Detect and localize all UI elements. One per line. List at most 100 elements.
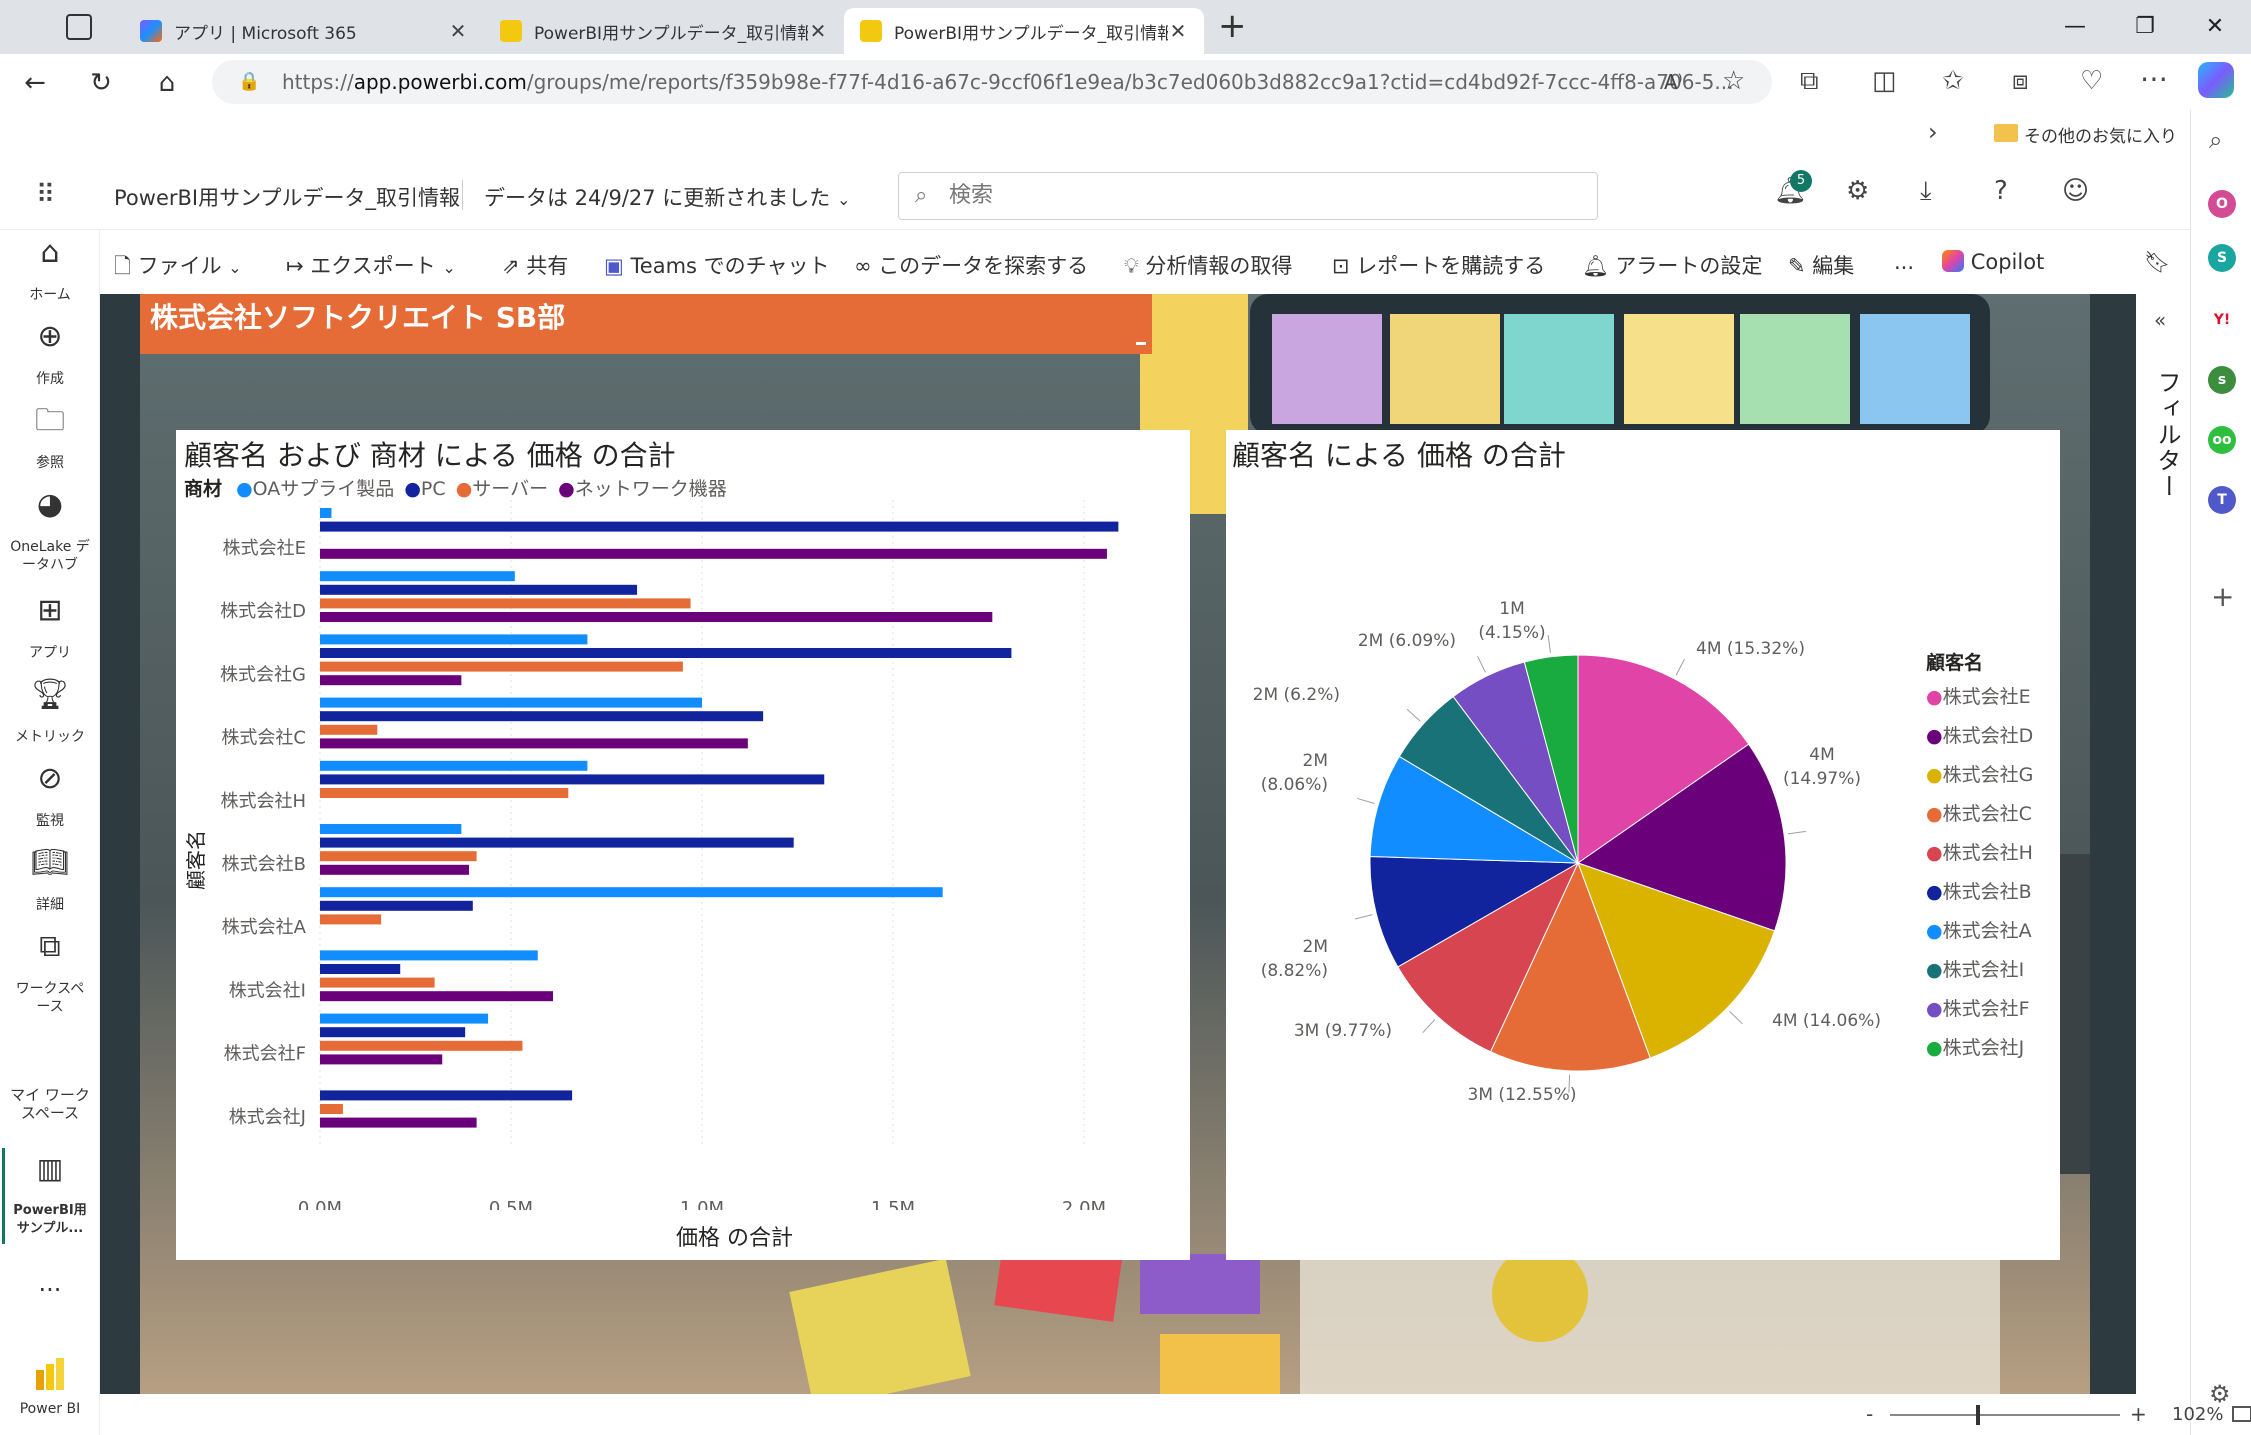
y-tick-label: 株式会社D bbox=[220, 601, 306, 622]
nav-report[interactable]: ▥ PowerBI用 サンプル... bbox=[0, 1155, 100, 1238]
pie-legend-item[interactable]: ●株式会社C bbox=[1926, 795, 2033, 834]
pie-legend-item[interactable]: ●株式会社B bbox=[1926, 873, 2033, 912]
shopping-icon[interactable]: S bbox=[2208, 244, 2236, 272]
nav-learn[interactable]: 📖︎ 詳細 bbox=[0, 848, 100, 914]
extensions-icon[interactable]: ⧉ bbox=[1800, 66, 1819, 97]
teams-icon[interactable]: T bbox=[2208, 486, 2236, 514]
split-screen-icon[interactable]: ◫ bbox=[1872, 66, 1897, 96]
tab-actions-icon[interactable] bbox=[66, 14, 92, 40]
x-tick-label: 2.0M bbox=[1062, 1198, 1106, 1210]
pie-legend-item[interactable]: ●株式会社F bbox=[1926, 990, 2033, 1029]
pie-leader-line bbox=[1422, 1019, 1436, 1034]
games-icon[interactable]: oo bbox=[2208, 426, 2236, 454]
subscribe-button[interactable]: ⊡ レポートを購読する bbox=[1332, 250, 1545, 280]
other-favorites-link[interactable]: その他のお気に入り bbox=[2024, 122, 2177, 147]
zoom-in-button[interactable]: + bbox=[2130, 1402, 2147, 1426]
chevron-right-icon[interactable]: › bbox=[1928, 118, 1938, 146]
restore-icon[interactable]: ❐ bbox=[2120, 8, 2170, 46]
feedback-icon[interactable]: ☺ bbox=[2062, 176, 2089, 206]
nav-browse[interactable]: 🗀 参照 bbox=[0, 406, 100, 472]
read-aloud-icon[interactable]: A⁾ bbox=[1664, 70, 1683, 94]
file-menu[interactable]: 🗋 ファイル ⌄ bbox=[114, 250, 242, 287]
y-tick-label: 株式会社H bbox=[220, 791, 306, 812]
more-options-button[interactable]: ... bbox=[1894, 250, 1914, 274]
refresh-status[interactable]: データは 24/9/27 に更新されました ⌄ bbox=[484, 182, 850, 212]
zoom-slider[interactable] bbox=[1890, 1405, 2120, 1425]
bookmark-icon[interactable]: 🔖︎ bbox=[2144, 250, 2171, 275]
browser-tab-3[interactable]: PowerBI用サンプルデータ_取引情報 ✕ bbox=[844, 8, 1204, 54]
outlook-icon[interactable]: O bbox=[2208, 190, 2236, 218]
nav-label: 作成 bbox=[36, 371, 64, 387]
pie-legend-item[interactable]: ●株式会社J bbox=[1926, 1029, 2033, 1068]
settings-more-icon[interactable]: ⋯ bbox=[2140, 62, 2168, 95]
nav-metrics[interactable]: 🏆︎ メトリック bbox=[0, 677, 100, 746]
search-input[interactable]: ⌕ 検索 bbox=[898, 172, 1598, 220]
nav-home[interactable]: ⌂ ホーム bbox=[0, 238, 100, 304]
favorite-star-icon[interactable]: ☆ bbox=[1722, 66, 1745, 96]
bar bbox=[320, 571, 515, 582]
legend-label: 株式会社J bbox=[1942, 1037, 2025, 1059]
pie-chart-card[interactable]: 顧客名 による 価格 の合計 4M (15.32%) 4M (14.97%) 4M (… bbox=[1226, 430, 2060, 1260]
new-tab-button[interactable]: + bbox=[1218, 6, 1247, 46]
share-button[interactable]: ⇗ 共有 bbox=[502, 250, 568, 280]
s-app-icon[interactable]: s bbox=[2208, 366, 2236, 394]
nav-onelake[interactable]: ◕ OneLake デ ータハブ bbox=[0, 490, 100, 574]
browser-essentials-icon[interactable]: ♡ bbox=[2080, 66, 2103, 96]
fit-page-icon[interactable] bbox=[2232, 1406, 2251, 1422]
nav-more[interactable]: ... bbox=[0, 1271, 100, 1295]
nav-create[interactable]: ⊕ 作成 bbox=[0, 322, 100, 388]
nav-apps[interactable]: ⊞ アプリ bbox=[0, 596, 100, 662]
settings-icon[interactable]: ⚙ bbox=[1846, 176, 1869, 206]
pie-legend-item[interactable]: ●株式会社A bbox=[1926, 912, 2033, 951]
copilot-browser-icon[interactable] bbox=[2198, 62, 2234, 98]
zoom-level[interactable]: 102% bbox=[2172, 1404, 2223, 1425]
alert-button[interactable]: 🔔︎ アラートの設定 bbox=[1582, 250, 1762, 280]
export-menu[interactable]: ↦ エクスポート ⌄ bbox=[286, 250, 456, 280]
search-icon[interactable]: ⌕ bbox=[2209, 126, 2222, 154]
pie-legend-item[interactable]: ●株式会社I bbox=[1926, 951, 2033, 990]
url-field[interactable]: 🔒 https://app.powerbi.com/groups/me/repo… bbox=[212, 60, 1772, 104]
yahoo-icon[interactable]: Y! bbox=[2208, 306, 2236, 334]
metrics-icon: 🏆︎ bbox=[30, 677, 70, 712]
download-icon[interactable]: ⤓ bbox=[1920, 176, 1932, 207]
bar bbox=[320, 824, 462, 834]
close-tab-icon[interactable]: ✕ bbox=[448, 19, 468, 43]
collapse-chevron-icon[interactable]: « bbox=[2154, 308, 2166, 332]
pie-data-label: 1M bbox=[1499, 599, 1524, 619]
minimize-icon[interactable]: — bbox=[2050, 8, 2100, 46]
nav-powerbi[interactable]: Power BI bbox=[0, 1358, 100, 1418]
nav-my-workspace[interactable]: マイ ワーク スペース bbox=[0, 1086, 100, 1122]
back-icon[interactable]: ← bbox=[14, 62, 56, 104]
url-path: /groups/me/reports/f359b98e-f77f-4d16-a6… bbox=[526, 70, 1734, 94]
app-launcher-icon[interactable]: ⠿ bbox=[36, 180, 55, 210]
bar-chart-card[interactable]: 顧客名 および 商材 による 価格 の合計 商材 ●OAサプライ製品 ●PC ●… bbox=[176, 430, 1190, 1260]
close-tab-icon[interactable]: ✕ bbox=[1168, 19, 1188, 43]
bar bbox=[320, 675, 462, 686]
add-sidebar-icon[interactable]: + bbox=[2211, 580, 2234, 613]
nav-workspaces[interactable]: ⧉ ワークスペ ース bbox=[0, 932, 100, 1016]
home-icon[interactable]: ⌂ bbox=[146, 62, 188, 104]
browser-tab-1[interactable]: アプリ | Microsoft 365 ✕ bbox=[124, 8, 484, 54]
pie-legend-item[interactable]: ●株式会社D bbox=[1926, 717, 2033, 756]
report-title[interactable]: PowerBI用サンプルデータ_取引情報 bbox=[114, 182, 460, 212]
y-tick-label: 株式会社A bbox=[222, 917, 307, 938]
favorites-icon[interactable]: ✩ bbox=[1942, 66, 1964, 96]
edit-button[interactable]: ✎ 編集 bbox=[1788, 250, 1854, 280]
close-tab-icon[interactable]: ✕ bbox=[808, 19, 828, 43]
help-icon[interactable]: ? bbox=[1994, 176, 2008, 206]
pie-legend-item[interactable]: ●株式会社H bbox=[1926, 834, 2033, 873]
explore-button[interactable]: ∞ このデータを探索する bbox=[854, 250, 1088, 280]
nav-monitor[interactable]: ⊘ 監視 bbox=[0, 764, 100, 830]
close-window-icon[interactable]: ✕ bbox=[2190, 8, 2240, 46]
pie-legend-item[interactable]: ●株式会社G bbox=[1926, 756, 2033, 795]
copilot-button[interactable]: Copilot bbox=[1942, 250, 2044, 274]
filter-pane[interactable]: « フィルター bbox=[2136, 294, 2190, 1394]
browser-tab-2[interactable]: PowerBI用サンプルデータ_取引情報 ✕ bbox=[484, 8, 844, 54]
teams-chat-button[interactable]: ▣ Teams でのチャット bbox=[604, 250, 829, 280]
insights-button[interactable]: 💡︎ 分析情報の取得 bbox=[1124, 250, 1292, 280]
pie-legend-item[interactable]: ●株式会社E bbox=[1926, 678, 2033, 717]
collections-icon[interactable]: ⧈ bbox=[2012, 66, 2029, 97]
zoom-slider-thumb[interactable] bbox=[1976, 1405, 1980, 1425]
zoom-out-button[interactable]: - bbox=[1866, 1402, 1873, 1426]
refresh-icon[interactable]: ↻ bbox=[80, 62, 122, 104]
